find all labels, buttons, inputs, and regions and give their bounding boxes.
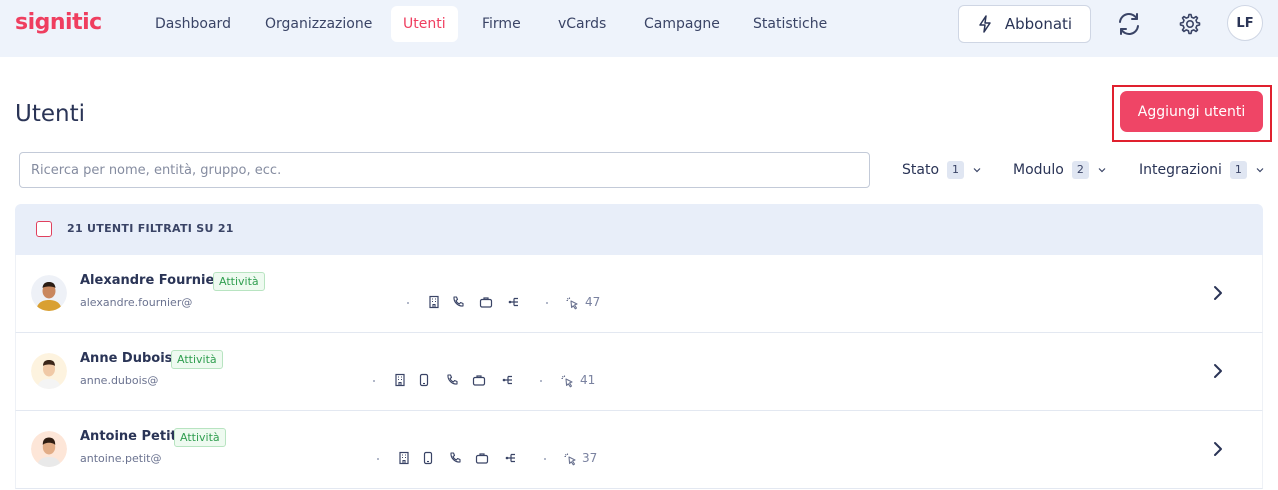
filter-count-badge: 1	[1229, 161, 1247, 179]
chevron-right-icon[interactable]	[1210, 284, 1226, 302]
nav-firme[interactable]: Firme	[470, 6, 533, 42]
briefcase-icon	[475, 453, 489, 464]
mobile-icon	[423, 451, 433, 465]
user-name: Anne Dubois	[80, 351, 173, 366]
briefcase-icon	[472, 375, 486, 386]
top-navigation-bar: signitic Dashboard Organizzazione Utenti…	[0, 0, 1278, 57]
separator-dot	[546, 302, 548, 304]
avatar	[31, 353, 67, 389]
lightning-icon	[979, 15, 991, 33]
signitic-logo[interactable]: signitic	[15, 10, 102, 35]
nav-dashboard[interactable]: Dashboard	[143, 6, 243, 42]
briefcase-icon	[479, 297, 493, 308]
click-count: 47	[585, 295, 601, 309]
hierarchy-icon	[505, 453, 515, 463]
filter-integrazioni[interactable]: Integrazioni 1	[1139, 158, 1265, 182]
separator-dot	[407, 302, 409, 304]
page-title: Utenti	[15, 101, 85, 127]
building-icon	[429, 295, 439, 309]
nav-organizzazione[interactable]: Organizzazione	[253, 6, 384, 42]
phone-icon	[447, 374, 458, 385]
user-email: alexandre.fournier@	[80, 296, 193, 309]
building-icon	[399, 451, 409, 465]
filter-count-badge: 1	[947, 161, 965, 179]
chevron-down-icon	[973, 168, 981, 173]
filter-label: Modulo	[1013, 162, 1064, 178]
status-badge: Attività	[174, 428, 226, 447]
mobile-icon	[419, 373, 429, 387]
separator-dot	[544, 458, 546, 460]
cursor-click-icon	[566, 297, 578, 310]
avatar	[31, 275, 67, 311]
phone-icon	[450, 452, 461, 463]
filter-stato[interactable]: Stato 1	[902, 158, 982, 182]
table-row[interactable]: Antoine Petit Attività antoine.petit@ 37	[15, 411, 1263, 489]
add-users-button[interactable]: Aggiungi utenti	[1120, 91, 1263, 132]
select-all-checkbox[interactable]	[36, 221, 52, 237]
click-count: 37	[582, 451, 598, 465]
nav-utenti[interactable]: Utenti	[391, 6, 458, 42]
hierarchy-icon	[502, 375, 512, 385]
chevron-down-icon	[1098, 168, 1106, 173]
chevron-right-icon[interactable]	[1210, 440, 1226, 458]
chevron-right-icon[interactable]	[1210, 362, 1226, 380]
separator-dot	[373, 380, 375, 382]
gear-icon[interactable]	[1173, 8, 1205, 40]
table-row[interactable]: Alexandre Fournier Attività alexandre.fo…	[15, 255, 1263, 333]
subscribe-button[interactable]: Abbonati	[958, 5, 1091, 43]
user-name: Antoine Petit	[80, 429, 177, 444]
user-avatar[interactable]: LF	[1227, 5, 1263, 41]
click-count: 41	[580, 373, 596, 387]
status-badge: Attività	[213, 272, 265, 291]
cursor-click-icon	[561, 375, 573, 388]
table-row[interactable]: Anne Dubois Attività anne.dubois@ 41	[15, 333, 1263, 411]
chevron-down-icon	[1256, 168, 1264, 173]
filter-label: Stato	[902, 162, 940, 178]
nav-campagne[interactable]: Campagne	[632, 6, 732, 42]
nav-vcards[interactable]: vCards	[546, 6, 618, 42]
subscribe-label: Abbonati	[1004, 15, 1073, 33]
status-badge: Attività	[171, 350, 223, 369]
users-table-header: 21 UTENTI FILTRATI SU 21	[15, 204, 1263, 255]
filter-label: Integrazioni	[1139, 162, 1222, 178]
sync-icon[interactable]	[1113, 8, 1145, 40]
user-email: anne.dubois@	[80, 374, 159, 387]
filter-modulo[interactable]: Modulo 2	[1013, 158, 1107, 182]
search-input[interactable]	[19, 152, 870, 188]
cursor-click-icon	[564, 453, 576, 466]
separator-dot	[377, 458, 379, 460]
user-name: Alexandre Fournier	[80, 273, 221, 288]
filtered-count: 21 UTENTI FILTRATI SU 21	[67, 222, 234, 235]
phone-icon	[453, 296, 464, 307]
building-icon	[395, 373, 405, 387]
avatar	[31, 431, 67, 467]
hierarchy-icon	[508, 297, 518, 307]
filter-count-badge: 2	[1071, 161, 1089, 179]
user-email: antoine.petit@	[80, 452, 162, 465]
separator-dot	[540, 380, 542, 382]
nav-statistiche[interactable]: Statistiche	[741, 6, 839, 42]
